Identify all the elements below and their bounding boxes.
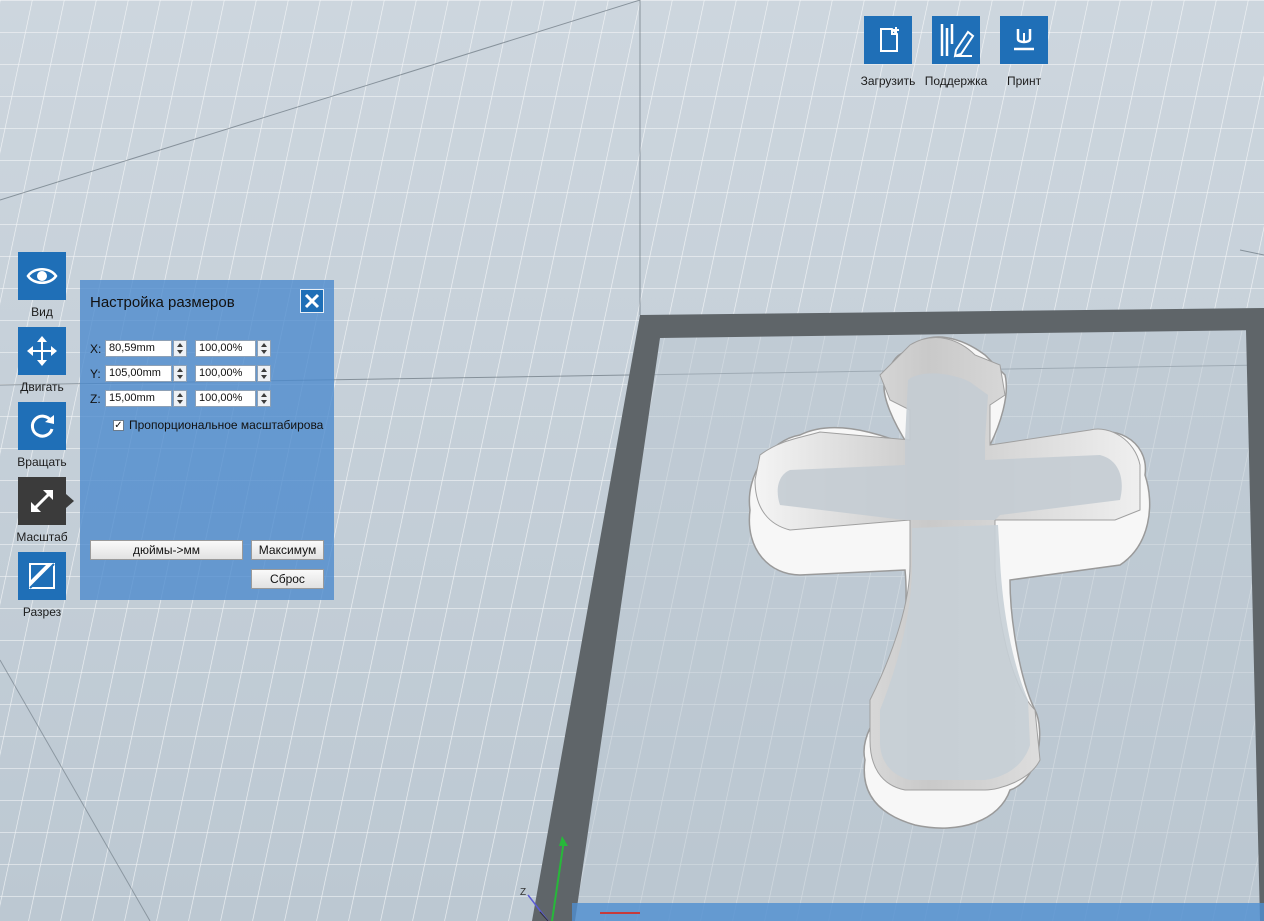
proportional-scale-checkbox[interactable]: ✓ bbox=[113, 420, 124, 431]
view-tool-label: Вид bbox=[31, 305, 53, 319]
move-tool-label: Двигать bbox=[20, 380, 64, 394]
z-percent-stepper[interactable] bbox=[257, 390, 271, 407]
y-size-stepper[interactable] bbox=[173, 365, 187, 382]
x-size-stepper[interactable] bbox=[173, 340, 187, 357]
support-pencil-icon bbox=[940, 24, 975, 58]
maximum-button[interactable]: Максимум bbox=[251, 540, 324, 560]
close-icon bbox=[304, 293, 320, 309]
scale-tool-label: Масштаб bbox=[16, 530, 68, 544]
rotate-tool-button[interactable] bbox=[18, 402, 66, 450]
scale-diagonal-arrow-icon bbox=[31, 490, 53, 512]
add-file-icon bbox=[880, 27, 899, 52]
support-button[interactable] bbox=[932, 16, 980, 64]
inches-to-mm-button[interactable]: дюймы->мм bbox=[90, 540, 243, 560]
cut-plane-icon bbox=[29, 563, 55, 589]
z-size-field[interactable]: 15,00mm bbox=[105, 390, 172, 407]
z-axis-label: Z bbox=[520, 887, 527, 898]
z-percent-field[interactable]: 100,00% bbox=[195, 390, 256, 407]
print-button[interactable] bbox=[1000, 16, 1048, 64]
reset-button[interactable]: Сброс bbox=[251, 569, 324, 589]
x-percent-stepper[interactable] bbox=[257, 340, 271, 357]
active-tool-pointer bbox=[66, 494, 74, 508]
x-axis-label: X: bbox=[90, 342, 102, 356]
proportional-scale-label: Пропорциональное масштабирова bbox=[129, 418, 324, 432]
x-size-field[interactable]: 80,59mm bbox=[105, 340, 172, 357]
rotate-tool-label: Вращать bbox=[17, 455, 67, 469]
y-percent-stepper[interactable] bbox=[257, 365, 271, 382]
print-nozzle-icon bbox=[1014, 29, 1034, 51]
rotate-icon bbox=[30, 414, 54, 438]
load-button[interactable] bbox=[864, 16, 912, 64]
z-size-stepper[interactable] bbox=[173, 390, 187, 407]
y-percent-field[interactable]: 100,00% bbox=[195, 365, 256, 382]
scale-tool-button[interactable] bbox=[18, 477, 66, 525]
cut-tool-label: Разрез bbox=[22, 605, 62, 619]
eye-icon bbox=[26, 268, 58, 284]
move-arrows-icon bbox=[27, 336, 57, 366]
print-label: Принт bbox=[1006, 74, 1042, 88]
close-button[interactable] bbox=[300, 289, 324, 313]
view-tool-button[interactable] bbox=[18, 252, 66, 300]
y-size-field[interactable]: 105,00mm bbox=[105, 365, 172, 382]
z-axis-label-field: Z: bbox=[90, 392, 101, 406]
move-tool-button[interactable] bbox=[18, 327, 66, 375]
cut-tool-button[interactable] bbox=[18, 552, 66, 600]
y-axis-label: Y: bbox=[90, 367, 101, 381]
scale-settings-panel: Настройка размеров X: 80,59mm 100,00% Y:… bbox=[80, 280, 334, 600]
panel-title: Настройка размеров bbox=[90, 294, 235, 311]
x-percent-field[interactable]: 100,00% bbox=[195, 340, 256, 357]
